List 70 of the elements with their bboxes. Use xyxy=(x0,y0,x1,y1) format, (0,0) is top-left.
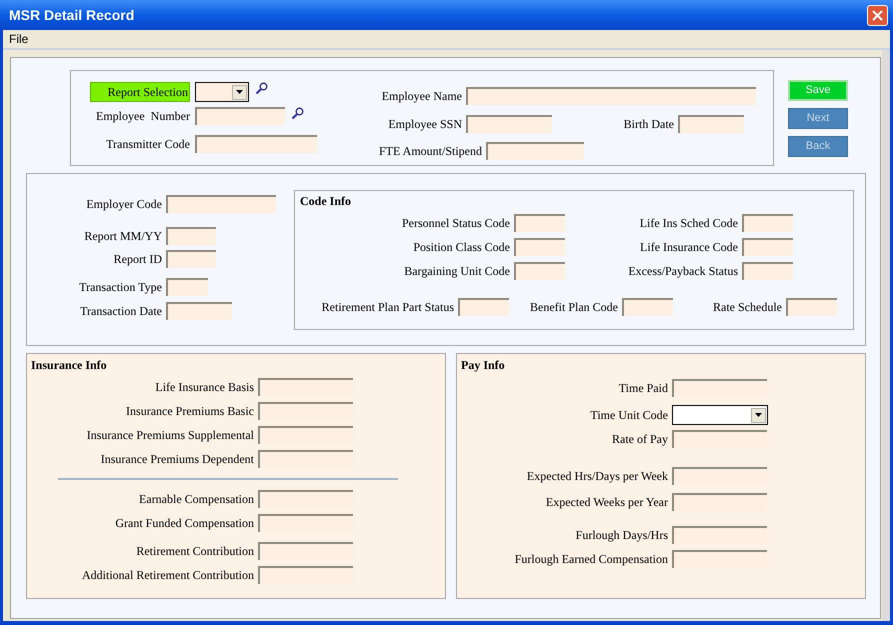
dropdown-field[interactable] xyxy=(195,82,249,102)
field-label: Retirement Plan Part Status xyxy=(320,299,454,316)
field-label: Additional Retirement Contribution xyxy=(81,567,254,584)
field-label: FTE Amount/Stipend xyxy=(378,143,482,160)
text-field[interactable] xyxy=(514,238,565,256)
field-label: Excess/Payback Status xyxy=(627,263,738,280)
field-label: Position Class Code xyxy=(412,239,510,256)
field-label: Birth Date xyxy=(622,116,674,133)
field-label: Report Selection xyxy=(90,82,190,102)
field-label: Furlough Earned Compensation xyxy=(514,551,668,568)
field-label: Personnel Status Code xyxy=(401,215,510,232)
field-label: Expected Weeks per Year xyxy=(544,494,668,511)
field-label: Transmitter Code xyxy=(105,136,190,153)
field-label: Report ID xyxy=(112,251,162,268)
menu-item[interactable]: File xyxy=(9,30,28,48)
field-label: Transaction Date xyxy=(79,303,162,320)
field-label: Life Insurance Code xyxy=(639,239,738,256)
dropdown-field[interactable] xyxy=(672,405,768,425)
text-field[interactable] xyxy=(166,278,208,296)
group-title: Code Info xyxy=(299,193,352,209)
field-label: Furlough Days/Hrs xyxy=(574,527,668,544)
text-field[interactable] xyxy=(166,250,216,268)
text-field[interactable] xyxy=(166,302,232,320)
search-icon[interactable] xyxy=(291,107,304,120)
text-field[interactable] xyxy=(166,227,216,245)
field-label: Transaction Type xyxy=(78,279,162,296)
field-label: Benefit Plan Code xyxy=(529,299,618,316)
text-field[interactable] xyxy=(458,298,509,316)
text-field[interactable] xyxy=(786,298,837,316)
field-label: Rate Schedule xyxy=(712,299,782,316)
field-label: Grant Funded Compensation xyxy=(114,515,254,532)
field-label: Rate of Pay xyxy=(611,431,668,448)
text-field[interactable] xyxy=(514,262,565,280)
field-label: Bargaining Unit Code xyxy=(403,263,510,280)
close-button[interactable] xyxy=(867,4,888,26)
field-label: Time Paid xyxy=(618,380,668,397)
field-label: Earnable Compensation xyxy=(138,491,254,508)
caret-icon xyxy=(755,413,762,417)
search-icon[interactable] xyxy=(255,82,268,95)
field-label: Life Insurance Basis xyxy=(154,379,254,396)
close-icon xyxy=(872,10,883,20)
text-field[interactable] xyxy=(514,214,565,232)
text-field[interactable] xyxy=(166,195,276,213)
text-field[interactable] xyxy=(678,115,744,133)
field-label: Retirement Contribution xyxy=(135,543,254,560)
field-label: Expected Hrs/Days per Week xyxy=(526,468,668,485)
field-label: Employee SSN xyxy=(387,116,462,133)
text-field[interactable] xyxy=(466,87,756,105)
window-title: MSR Detail Record xyxy=(8,6,134,24)
form-button[interactable]: Save xyxy=(788,80,848,101)
text-field[interactable] xyxy=(195,107,285,125)
text-field[interactable] xyxy=(195,135,317,153)
text-field[interactable] xyxy=(742,262,793,280)
field-label: Employer Code xyxy=(85,196,162,213)
text-field[interactable] xyxy=(742,214,793,232)
text-field[interactable] xyxy=(622,298,673,316)
text-field[interactable] xyxy=(466,115,552,133)
field-label: Report MM/YY xyxy=(83,228,162,245)
field-label: Insurance Premiums Dependent xyxy=(100,451,254,468)
caret-icon xyxy=(236,90,243,94)
field-label: Time Unit Code xyxy=(589,407,668,424)
field-label: Employee Number xyxy=(95,108,190,125)
group-title: Pay Info xyxy=(460,357,506,373)
group-title: Insurance Info xyxy=(30,357,108,373)
field-label: Life Ins Sched Code xyxy=(638,215,738,232)
field-label: Insurance Premiums Supplemental xyxy=(86,427,254,444)
field-label: Employee Name xyxy=(380,88,462,105)
text-field[interactable] xyxy=(486,142,584,160)
text-field[interactable] xyxy=(742,238,793,256)
field-label: Insurance Premiums Basic xyxy=(125,403,254,420)
